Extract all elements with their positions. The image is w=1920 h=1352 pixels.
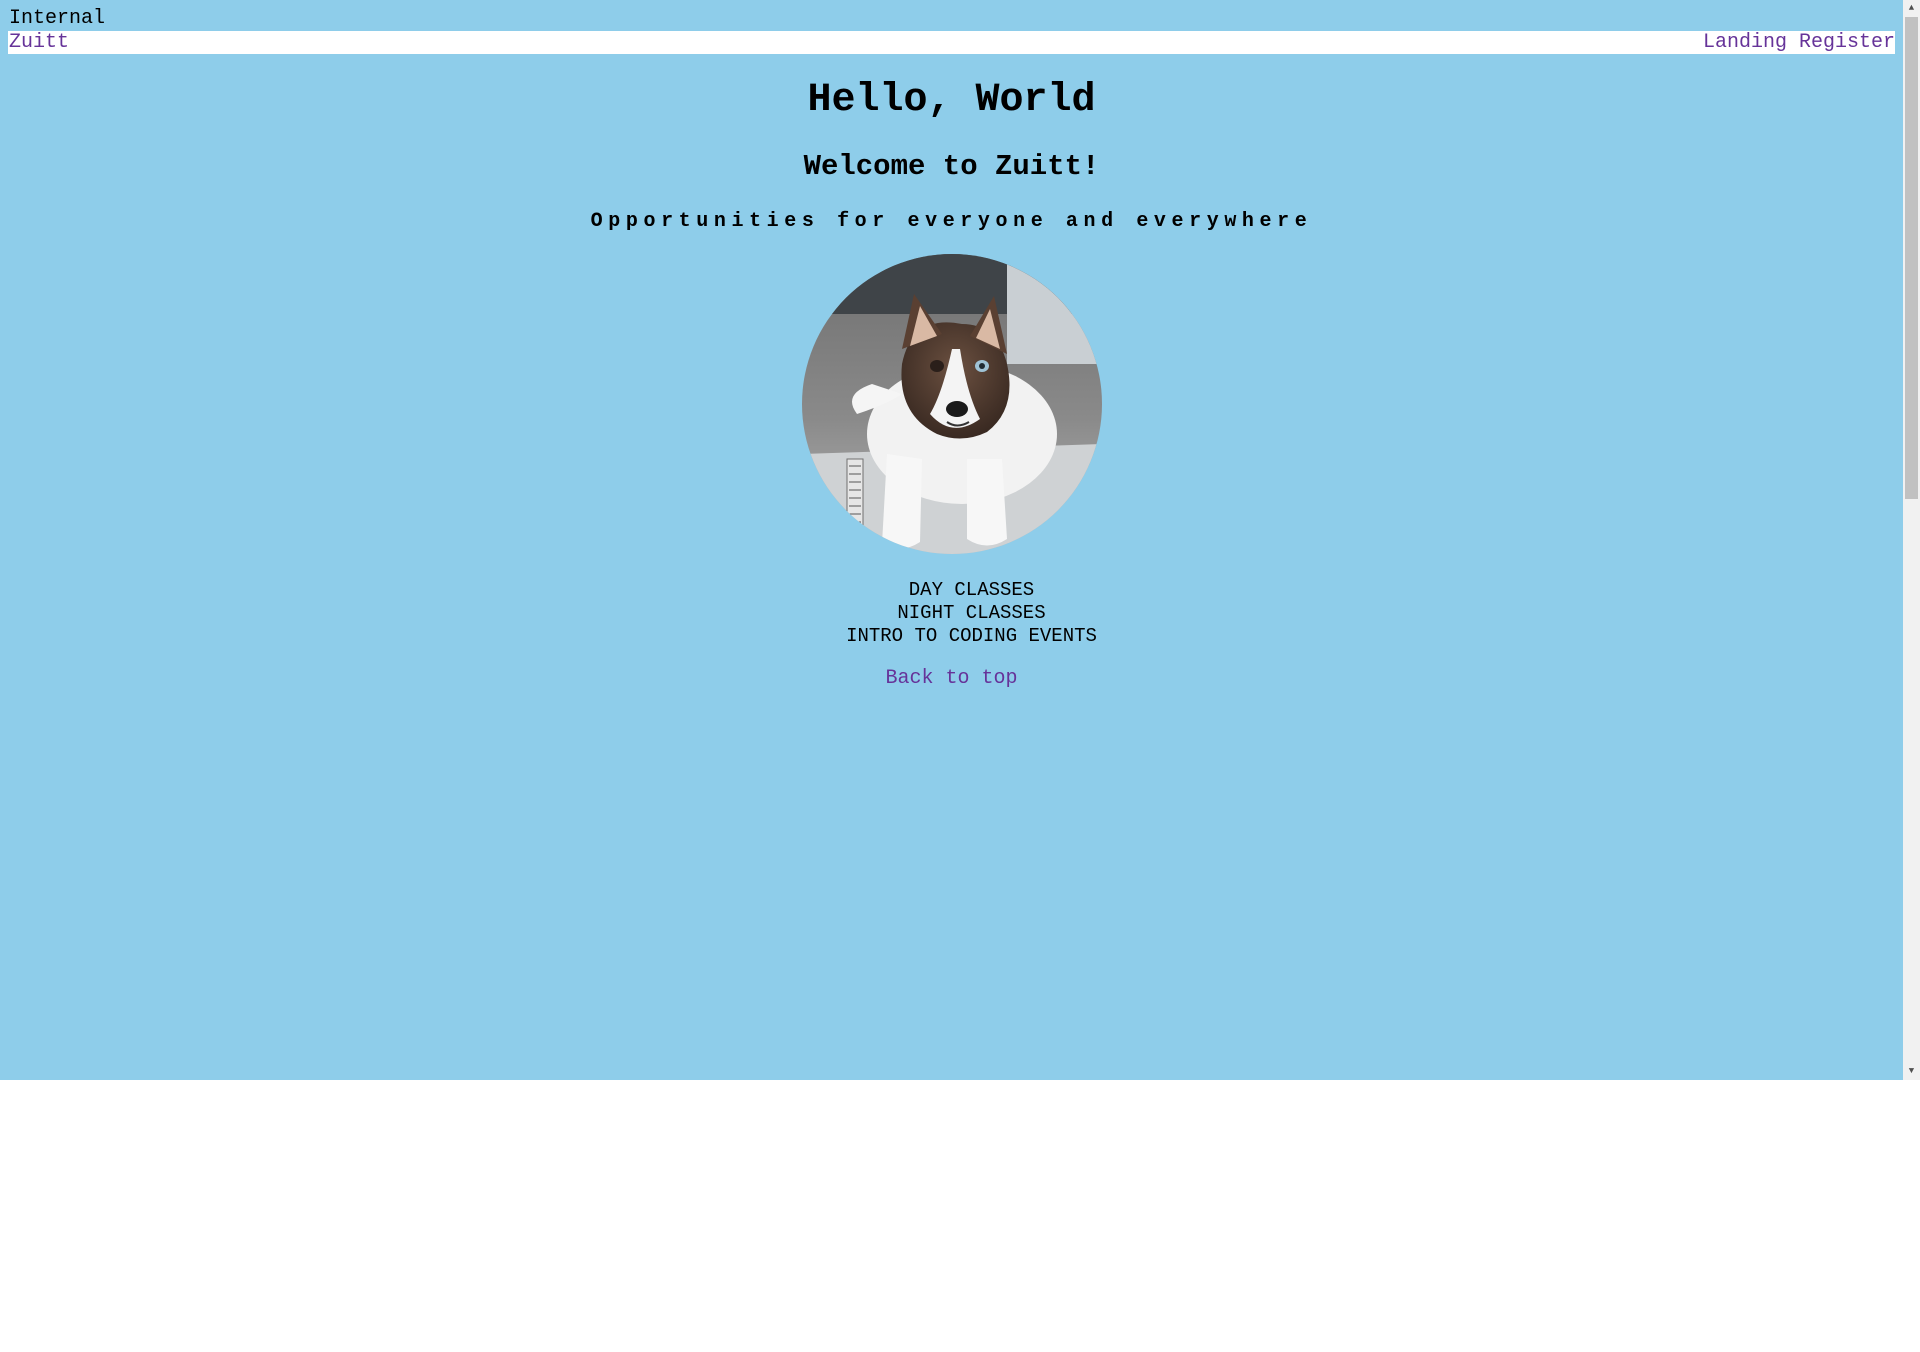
internal-label: Internal: [9, 7, 106, 30]
nav-links: Landing Register: [1703, 31, 1895, 54]
back-to-top: Back to top: [0, 667, 1903, 691]
puppy-photo: [802, 254, 1102, 554]
back-to-top-link[interactable]: Back to top: [885, 667, 1017, 690]
hero-tagline: Opportunities for everyone and everywher…: [590, 210, 1313, 233]
scrollbar-thumb[interactable]: [1905, 17, 1918, 499]
list-item: NIGHT CLASSES: [897, 602, 1046, 624]
navbar: Zuitt Landing Register: [8, 31, 1895, 54]
brand-link[interactable]: Zuitt: [9, 31, 69, 54]
list-item: INTRO TO CODING EVENTS: [846, 625, 1097, 647]
list-item: DAY CLASSES: [908, 579, 1035, 601]
scroll-up-icon[interactable]: ▲: [1903, 0, 1920, 17]
page-body: Internal Zuitt Landing Register Hello, Wo…: [0, 0, 1903, 1080]
vertical-scrollbar[interactable]: ▲ ▼: [1903, 0, 1920, 1080]
hero-title: Hello, World: [807, 78, 1096, 123]
scroll-down-icon[interactable]: ▼: [1903, 1063, 1920, 1080]
browser-viewport: Internal Zuitt Landing Register Hello, Wo…: [0, 0, 1920, 1080]
classes-list: DAY CLASSES NIGHT CLASSES INTRO TO CODIN…: [0, 579, 1920, 648]
hero-subtitle: Welcome to Zuitt!: [803, 150, 1100, 183]
nav-link-register[interactable]: Register: [1799, 31, 1895, 54]
nav-link-landing[interactable]: Landing: [1703, 31, 1787, 54]
